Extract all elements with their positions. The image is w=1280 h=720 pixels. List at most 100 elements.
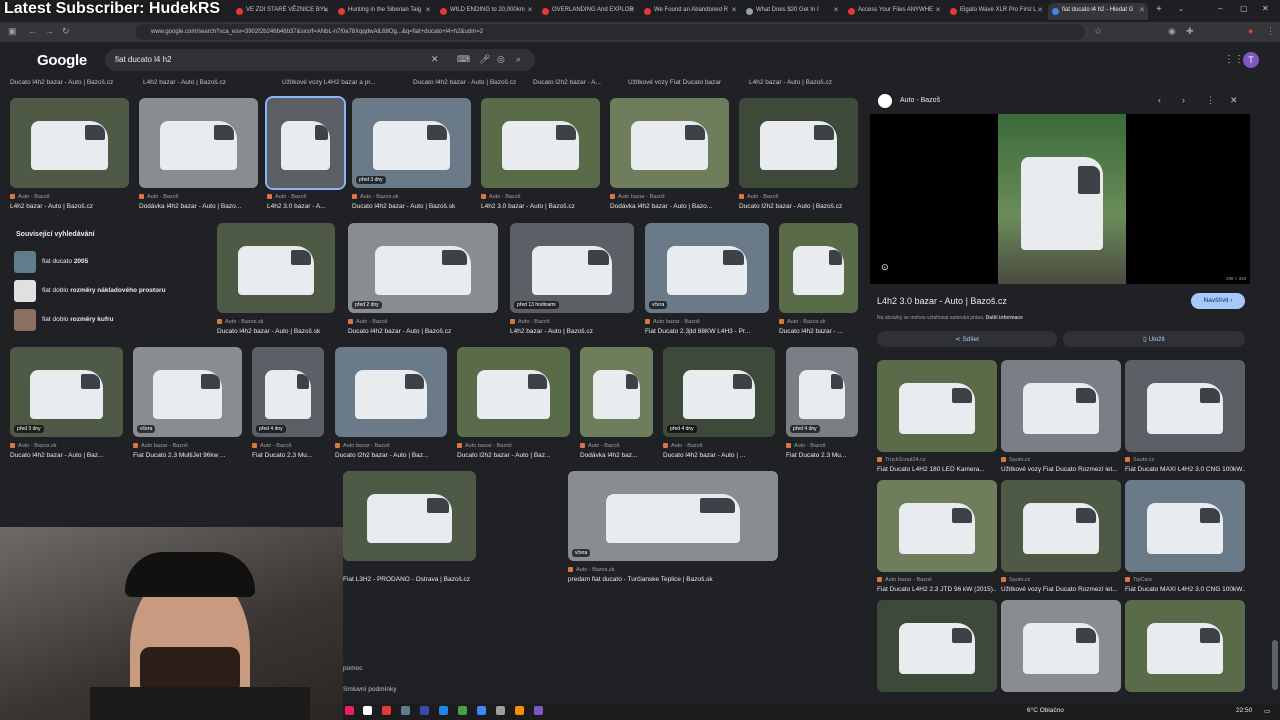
taskbar-app-icon[interactable] <box>439 706 448 715</box>
result-source[interactable]: Auto - Bazoš <box>510 319 550 325</box>
related-title[interactable]: Fiat Ducato L4H2 2.3 JTD 96 kW (2015)... <box>877 586 997 593</box>
clock[interactable]: 22:50 <box>1236 707 1252 714</box>
preview-image[interactable] <box>998 114 1126 284</box>
taskbar-app-icon[interactable] <box>477 706 486 715</box>
more-info-link[interactable]: Další informace <box>986 315 1023 321</box>
preview-title[interactable]: L4h2 3.0 bazar - Auto | Bazoš.cz <box>877 296 1007 306</box>
close-tab-icon[interactable]: ✕ <box>1139 6 1145 14</box>
result-title[interactable]: Ducato l2h2 bazar - A... <box>533 79 601 86</box>
image-result[interactable]: před 2 dny <box>348 223 498 313</box>
image-result[interactable]: před 4 dny <box>786 347 858 437</box>
result-title[interactable]: Fiat L3H2 - PRODÁNO - Ostrava | Bazoš.cz <box>343 576 480 583</box>
related-source[interactable]: Sauto.cz <box>1125 457 1154 463</box>
related-image[interactable] <box>877 360 997 452</box>
minimize-icon[interactable]: – <box>1218 4 1222 13</box>
result-source[interactable]: Auto - Bazoš <box>348 319 388 325</box>
related-source[interactable]: Sauto.cz <box>1001 577 1030 583</box>
visit-button[interactable]: Navštívit › <box>1191 293 1245 309</box>
related-image[interactable] <box>1001 360 1121 452</box>
result-title[interactable]: L4h2 bazar - Auto | Bazoš.cz <box>10 203 133 210</box>
taskbar-app-icon[interactable] <box>420 706 429 715</box>
browser-tab[interactable]: We Found an Abandoned R ✕ <box>640 3 740 20</box>
result-source[interactable]: Auto - Bazoš <box>481 194 521 200</box>
result-title[interactable]: L4h2 3.0 bazar - A... <box>267 203 348 210</box>
result-title[interactable]: Fiat Ducato 2.3 Mu... <box>252 452 328 459</box>
close-tab-icon[interactable]: ✕ <box>731 6 737 14</box>
close-tab-icon[interactable]: ✕ <box>629 6 635 14</box>
browser-tab[interactable]: Hunting in the Siberian Taig ✕ <box>334 3 434 20</box>
close-tab-icon[interactable]: ✕ <box>527 6 533 14</box>
extension-icon[interactable]: ◉ <box>1168 26 1176 37</box>
result-source[interactable]: Auto - Bazos.sk <box>779 319 826 325</box>
taskbar-app-icon[interactable] <box>345 706 354 715</box>
browser-tab-active[interactable]: fiat ducato l4 h2 - Hledat G ✕ <box>1048 3 1148 20</box>
result-source[interactable]: Auto - Bazoš <box>252 443 292 449</box>
image-result[interactable]: včera <box>133 347 242 437</box>
image-result[interactable]: včera <box>645 223 769 313</box>
result-title[interactable]: Ducato l4h2 bazar - Auto | Bazoš.cz <box>413 79 516 86</box>
taskbar-app-icon[interactable] <box>401 706 410 715</box>
notification-icon[interactable]: ▭ <box>1264 707 1270 715</box>
avatar[interactable]: T <box>1243 52 1259 68</box>
result-title[interactable]: L4h2 3.0 bazar - Auto | Bazoš.cz <box>481 203 604 210</box>
image-result[interactable] <box>139 98 258 188</box>
result-title[interactable]: L4h2 bazar - Auto | Bazoš.cz <box>749 79 832 86</box>
close-tab-icon[interactable]: ✕ <box>935 6 941 14</box>
result-title[interactable]: Ducato l4h2 bazar - Auto | Bazoš.cz <box>10 79 113 86</box>
browser-tab[interactable]: Access Your Files ANYWHE ✕ <box>844 3 944 20</box>
taskbar-app-icon[interactable] <box>363 706 372 715</box>
tab-search-icon[interactable]: ⌄ <box>1178 5 1184 13</box>
microphone-icon[interactable]: 🎤︎ <box>479 54 490 65</box>
result-title[interactable]: Dodávka l4h2 bazar - Auto | Bazo... <box>610 203 733 210</box>
related-title[interactable]: Fiat Ducato MAXI L4H2 3.0 CNG 100kW... <box>1125 466 1245 473</box>
result-title[interactable]: Užitkové vozy Fiat Ducato bazar <box>628 79 721 86</box>
result-title[interactable]: Ducato l4h2 bazar - Auto | Bazoš.sk <box>217 328 339 335</box>
related-search-item[interactable]: fiat ducato 2005 <box>10 251 203 273</box>
lens-search-icon[interactable]: ⊙ <box>881 262 889 273</box>
related-search-item[interactable]: fiat doblo rozměry kufru <box>10 309 203 331</box>
result-title[interactable]: Fiat Ducato 2.3 Mu... <box>786 452 862 459</box>
result-source[interactable]: Auto - Bazoš <box>739 194 779 200</box>
result-source[interactable]: Auto bazar - Bazoš <box>610 194 665 200</box>
image-result[interactable]: před 13 hodinami <box>510 223 634 313</box>
clear-search-icon[interactable]: ✕ <box>431 54 439 65</box>
result-title[interactable]: Ducato l2h2 bazar - Auto | Bazoš.cz <box>739 203 862 210</box>
image-result[interactable] <box>779 223 858 313</box>
related-search-item[interactable]: fiat doblo rozměry nákladového prostoru <box>10 280 203 302</box>
result-title[interactable]: Dodávka l4h2 bazar - Auto | Bazo... <box>139 203 262 210</box>
result-source[interactable]: Auto - Bazoš <box>786 443 826 449</box>
sidebar-toggle-icon[interactable]: ▣ <box>8 26 17 37</box>
window-close-icon[interactable]: ✕ <box>1262 4 1269 13</box>
result-title[interactable]: L4h2 bazar - Auto | Bazoš.cz <box>510 328 638 335</box>
result-source[interactable]: Auto - Bazoš <box>267 194 307 200</box>
close-tab-icon[interactable]: ✕ <box>833 6 839 14</box>
keyboard-icon[interactable]: ⌨ <box>457 54 470 65</box>
related-image[interactable] <box>1125 480 1245 572</box>
related-image[interactable] <box>1001 480 1121 572</box>
preview-source[interactable]: Auto - Bazoš <box>900 97 940 104</box>
image-result[interactable] <box>343 471 476 561</box>
extension-red-icon[interactable]: ● <box>1248 26 1253 36</box>
related-source[interactable]: TruckScout24.cz <box>877 457 926 463</box>
related-source[interactable]: TipCars <box>1125 577 1152 583</box>
result-source[interactable]: Auto bazar - Bazoš <box>133 443 188 449</box>
panel-scrollbar[interactable] <box>1272 640 1278 690</box>
result-source[interactable]: Auto bazar - Bazoš <box>645 319 700 325</box>
close-tab-icon[interactable]: ✕ <box>323 6 329 14</box>
previous-icon[interactable]: ‹ <box>1158 95 1161 105</box>
result-title[interactable]: Užitkové vozy L4H2 bazar a pr... <box>282 79 376 86</box>
result-title[interactable]: predam fiat ducato - Turčianske Teplice … <box>568 576 782 583</box>
taskbar-app-icon[interactable] <box>458 706 467 715</box>
image-result[interactable]: včera <box>568 471 778 561</box>
related-source[interactable]: Sauto.cz <box>1001 457 1030 463</box>
image-result[interactable] <box>610 98 729 188</box>
forward-icon[interactable]: → <box>45 26 54 36</box>
search-box[interactable]: ✕ ⌨ 🎤︎ ◎ ⌕ <box>105 49 535 71</box>
taskbar-app-icon[interactable] <box>515 706 524 715</box>
result-title[interactable]: Ducato l2h2 bazar - Auto | Baz... <box>335 452 451 459</box>
result-source[interactable]: Auto - Bazoš <box>10 194 50 200</box>
image-result[interactable]: před 4 dny <box>252 347 324 437</box>
result-title[interactable]: Ducato l2h2 bazar - Auto | Baz... <box>457 452 574 459</box>
google-logo[interactable]: Google <box>37 52 87 69</box>
result-title[interactable]: Ducato l4h2 bazar - Auto | Bazoš.sk <box>352 203 475 210</box>
